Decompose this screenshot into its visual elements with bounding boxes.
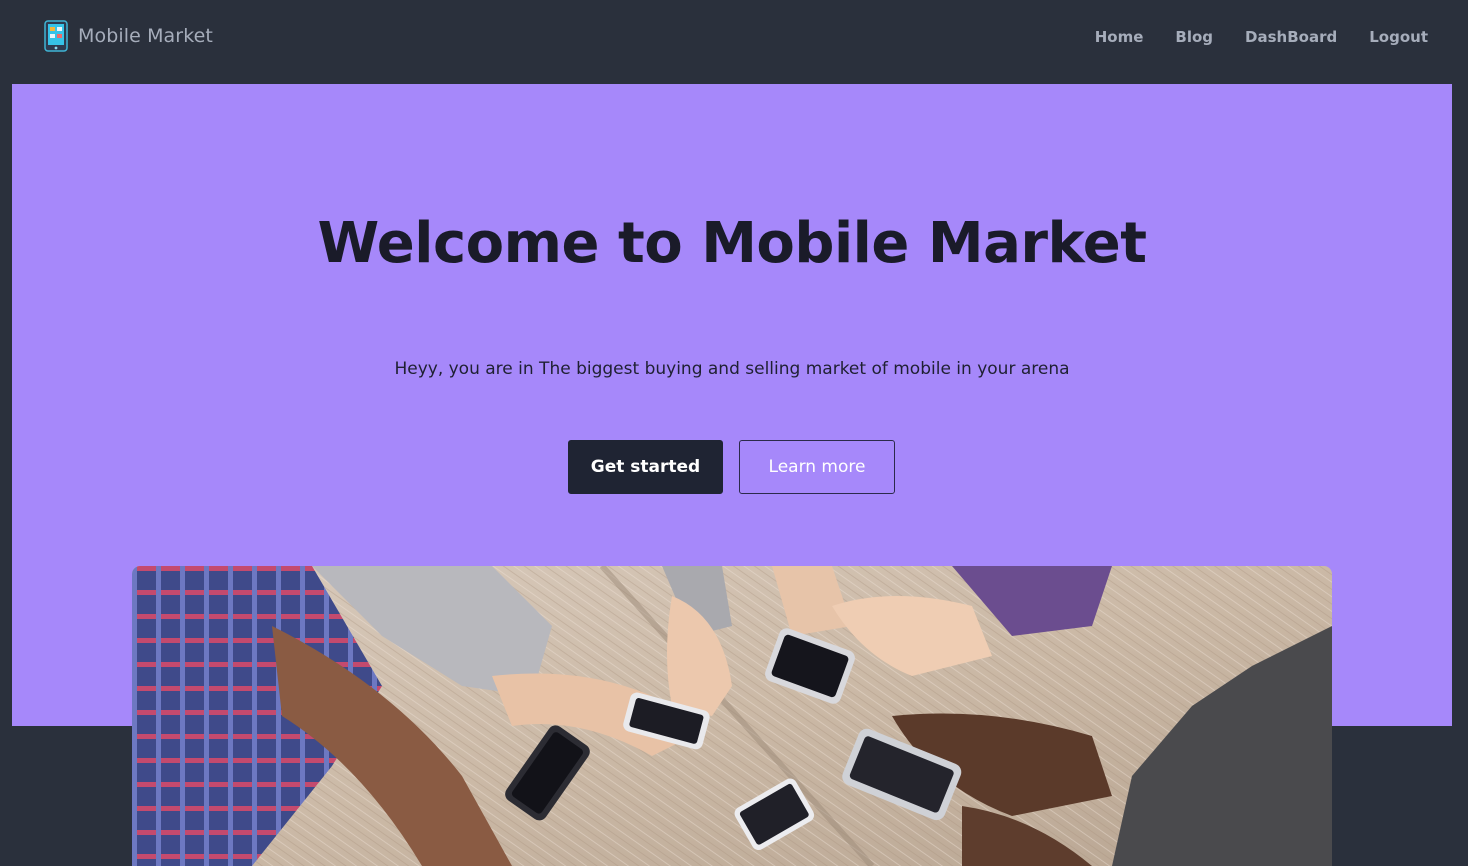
brand-title: Mobile Market bbox=[78, 25, 213, 47]
nav-link-blog[interactable]: Blog bbox=[1175, 28, 1213, 46]
hero-title: Welcome to Mobile Market bbox=[317, 211, 1147, 276]
top-navbar: Mobile Market Home Blog DashBoard Logout bbox=[0, 0, 1468, 84]
nav-link-home[interactable]: Home bbox=[1095, 28, 1144, 46]
people-with-phones-illustration bbox=[132, 566, 1332, 866]
hero-subtitle: Heyy, you are in The biggest buying and … bbox=[394, 359, 1070, 379]
nav-link-dashboard[interactable]: DashBoard bbox=[1245, 28, 1337, 46]
nav-link-logout[interactable]: Logout bbox=[1369, 28, 1428, 46]
nav-menu: Home Blog DashBoard Logout bbox=[1095, 24, 1428, 50]
mobile-phone-icon bbox=[44, 20, 68, 52]
learn-more-button[interactable]: Learn more bbox=[739, 440, 895, 494]
brand-link[interactable]: Mobile Market bbox=[44, 19, 213, 53]
get-started-button[interactable]: Get started bbox=[568, 440, 723, 494]
hero-image bbox=[132, 566, 1332, 866]
